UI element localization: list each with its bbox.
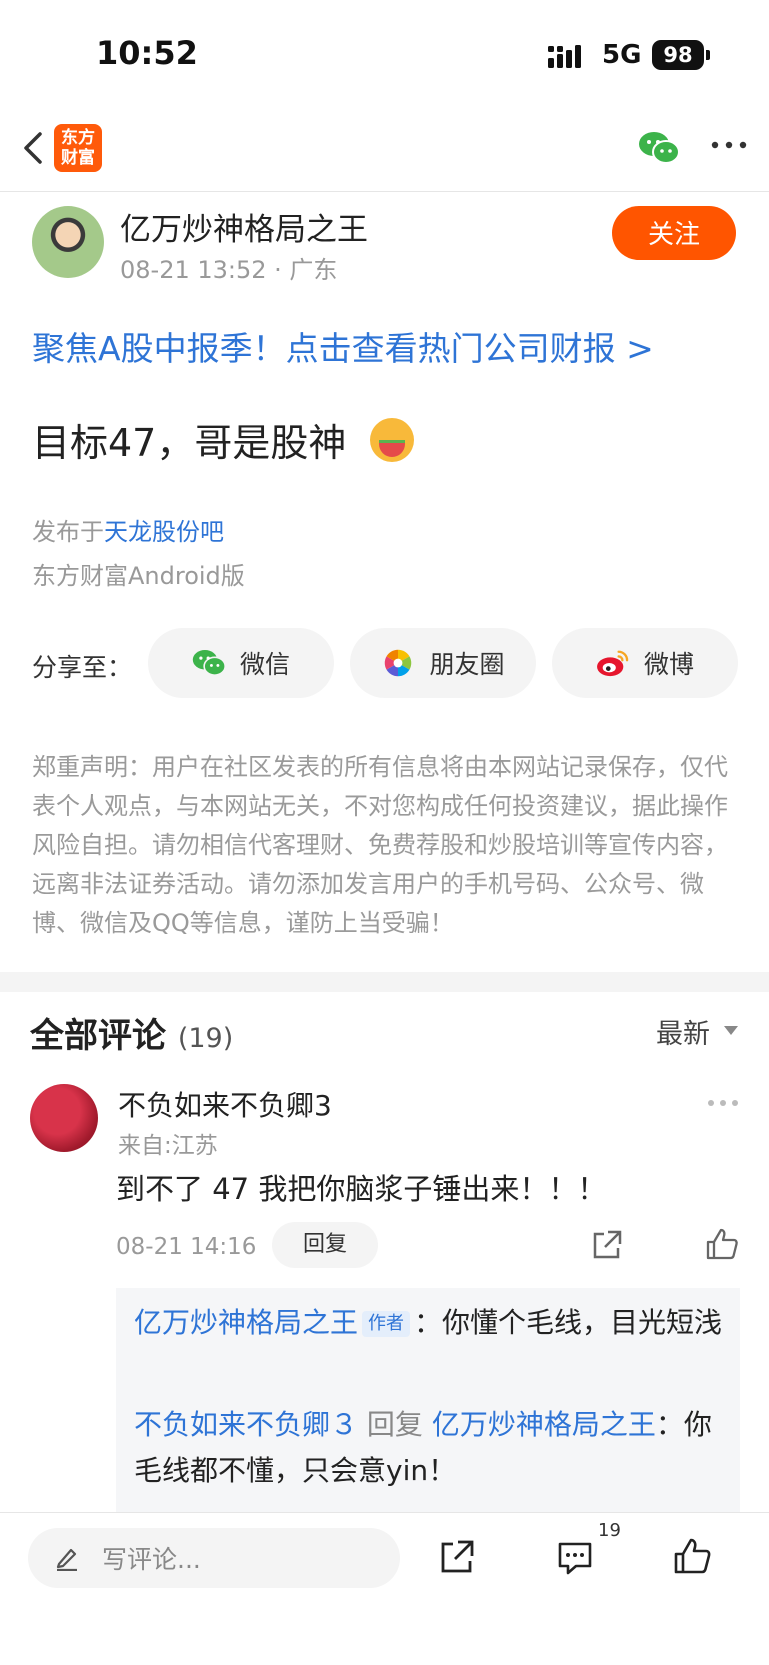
share-icon[interactable] [590,1228,624,1262]
publish-prefix: 发布于 [32,518,104,546]
comment-input[interactable]: 写评论... [28,1528,400,1588]
reply-item[interactable]: 亿万炒神格局之王 作者 ：你懂个毛线，目光短浅 [134,1300,724,1346]
disclaimer-text: 郑重声明：用户在社区发表的所有信息将由本网站记录保存，仅代表个人观点，与本网站无… [32,753,728,937]
commenter-name[interactable]: 不负如来不负卿3 [118,1084,332,1124]
comments-title: 全部评论 [30,1016,166,1056]
commenter-avatar[interactable] [30,1084,98,1152]
author-tag: 作者 [362,1311,411,1337]
share-weibo-label: 微博 [643,650,694,679]
share-moments-label: 朋友圈 [429,650,505,679]
client-info: 东方财富Android版 [32,562,245,590]
comment-more-icon[interactable] [706,1098,740,1108]
back-arrow-icon[interactable] [14,126,54,170]
pencil-icon [56,1548,77,1571]
reply-separator: ： [414,1306,443,1339]
wechat-share-icon[interactable] [638,130,680,166]
nav-divider [0,191,769,192]
author-name[interactable]: 亿万炒神格局之王 [120,204,368,249]
thumbs-up-icon[interactable] [704,1226,740,1262]
thumbs-up-icon[interactable] [672,1536,712,1576]
app-logo[interactable]: 东方 财富 [54,124,102,172]
comment-icon[interactable] [556,1540,594,1576]
reply-author[interactable]: 不负如来不负卿３ [134,1408,358,1441]
reply-verb: 回复 [366,1408,423,1441]
follow-button[interactable]: 关注 [612,206,736,260]
weibo-icon [597,650,629,677]
reply-separator: ： [655,1408,684,1441]
reply-item[interactable]: 不负如来不负卿３ 回复 亿万炒神格局之王：你毛线都不懂，只会意yin！ [134,1402,724,1494]
signal-icon [548,45,581,68]
post-title: 目标47，哥是股神 [32,421,347,465]
battery-level: 98 [663,43,693,67]
share-icon[interactable] [438,1538,476,1576]
reply-button[interactable]: 回复 [272,1222,378,1268]
share-moments-button[interactable]: 朋友圈 [350,628,536,698]
wechat-icon [192,650,226,676]
comments-header: 全部评论 (19) [30,1008,233,1057]
section-separator [0,972,769,992]
reply-author[interactable]: 亿万炒神格局之王 [134,1306,358,1339]
logo-line-2: 财富 [61,148,95,168]
share-label: 分享至： [32,653,133,682]
comment-time: 08-21 14:16 [116,1234,257,1260]
battery-indicator: 98 [652,40,704,70]
comment-input-placeholder: 写评论... [102,1545,201,1574]
reply-text: 你懂个毛线，目光短浅 [442,1306,723,1339]
more-options-icon[interactable] [710,138,748,152]
promo-link[interactable]: 聚焦A股中报季！点击查看热门公司财报 > [32,322,654,370]
moments-icon [385,649,412,677]
commenter-location: 来自:江苏 [118,1133,218,1159]
share-weibo-button[interactable]: 微博 [552,628,738,698]
network-label: 5G [602,40,642,70]
reply-target[interactable]: 亿万炒神格局之王 [432,1408,656,1441]
battery-tip [706,50,710,60]
logo-line-1: 东方 [61,128,95,148]
publish-info: 发布于天龙股份吧 [32,512,224,547]
author-avatar[interactable] [32,206,104,278]
caret-down-icon[interactable] [724,1026,738,1035]
forum-link[interactable]: 天龙股份吧 [104,518,224,546]
status-time: 10:52 [96,34,198,72]
post-meta: 08-21 13:52 · 广东 [120,256,338,284]
watermelon-face-emoji-icon [370,418,414,462]
comments-count: (19) [177,1023,234,1054]
sort-dropdown[interactable]: 最新 [656,1012,710,1051]
share-wechat-label: 微信 [239,650,290,679]
share-wechat-button[interactable]: 微信 [148,628,334,698]
comment-text: 到不了 47 我把你脑浆子锤出来！！！ [116,1172,607,1206]
comment-count-badge: 19 [598,1520,621,1541]
